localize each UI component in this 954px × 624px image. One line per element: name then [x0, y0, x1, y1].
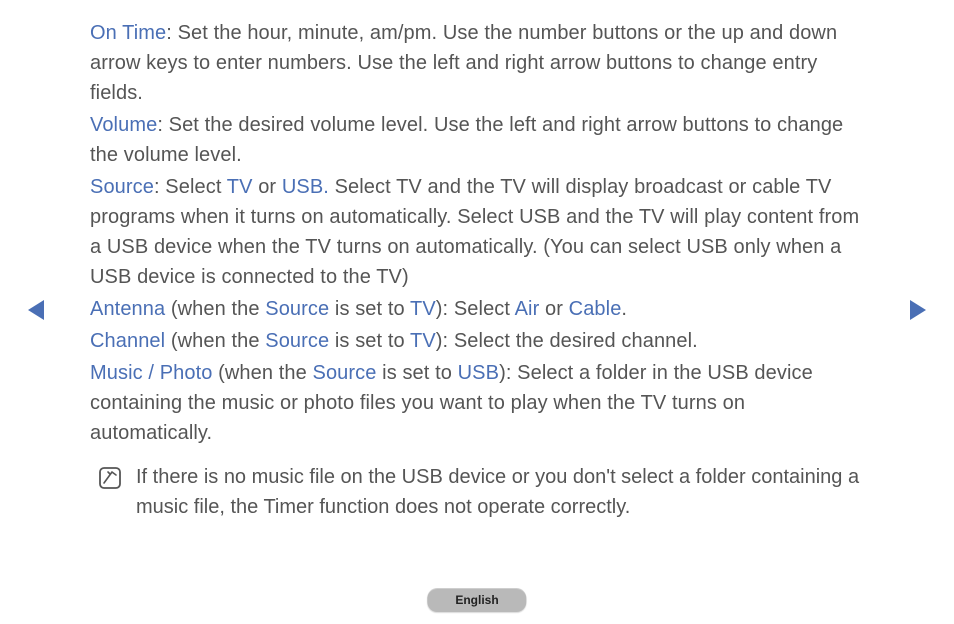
keyword-tv: TV [227, 176, 253, 198]
text: : Select [154, 176, 227, 198]
paragraph-source: Source: Select TV or USB. Select TV and … [90, 172, 864, 292]
text: (when the [165, 298, 265, 320]
language-pill[interactable]: English [427, 588, 526, 612]
nav-prev-icon[interactable] [28, 300, 44, 320]
keyword-usb: USB [458, 362, 499, 384]
note-text: If there is no music file on the USB dev… [136, 462, 864, 522]
text: or [253, 176, 282, 198]
keyword-cable: Cable [569, 298, 622, 320]
keyword-tv: TV [410, 298, 436, 320]
keyword-tv: TV [410, 330, 436, 352]
note-icon [98, 466, 122, 490]
keyword-source: Source [265, 298, 329, 320]
text: ): Select [436, 298, 515, 320]
keyword-source: Source [313, 362, 377, 384]
note-row: If there is no music file on the USB dev… [90, 462, 864, 522]
text: (when the [165, 330, 265, 352]
keyword-channel: Channel [90, 330, 165, 352]
text: is set to [329, 330, 410, 352]
keyword-on-time: On Time [90, 22, 166, 44]
nav-next-icon[interactable] [910, 300, 926, 320]
document-content: On Time: Set the hour, minute, am/pm. Us… [0, 0, 954, 522]
keyword-source: Source [90, 176, 154, 198]
keyword-air: Air [515, 298, 540, 320]
text: is set to [329, 298, 410, 320]
paragraph-on-time: On Time: Set the hour, minute, am/pm. Us… [90, 18, 864, 108]
paragraph-music-photo: Music / Photo (when the Source is set to… [90, 358, 864, 448]
keyword-volume: Volume [90, 114, 157, 136]
text: ): Select the desired channel. [436, 330, 698, 352]
keyword-usb: USB. [282, 176, 329, 198]
text: (when the [212, 362, 312, 384]
text: or [539, 298, 568, 320]
keyword-antenna: Antenna [90, 298, 165, 320]
text: : Set the desired volume level. Use the … [90, 114, 843, 166]
text: : Set the hour, minute, am/pm. Use the n… [90, 22, 837, 104]
text: . [621, 298, 627, 320]
paragraph-antenna: Antenna (when the Source is set to TV): … [90, 294, 864, 324]
text: is set to [377, 362, 458, 384]
keyword-source: Source [265, 330, 329, 352]
keyword-music-photo: Music / Photo [90, 362, 212, 384]
paragraph-volume: Volume: Set the desired volume level. Us… [90, 110, 864, 170]
paragraph-channel: Channel (when the Source is set to TV): … [90, 326, 864, 356]
